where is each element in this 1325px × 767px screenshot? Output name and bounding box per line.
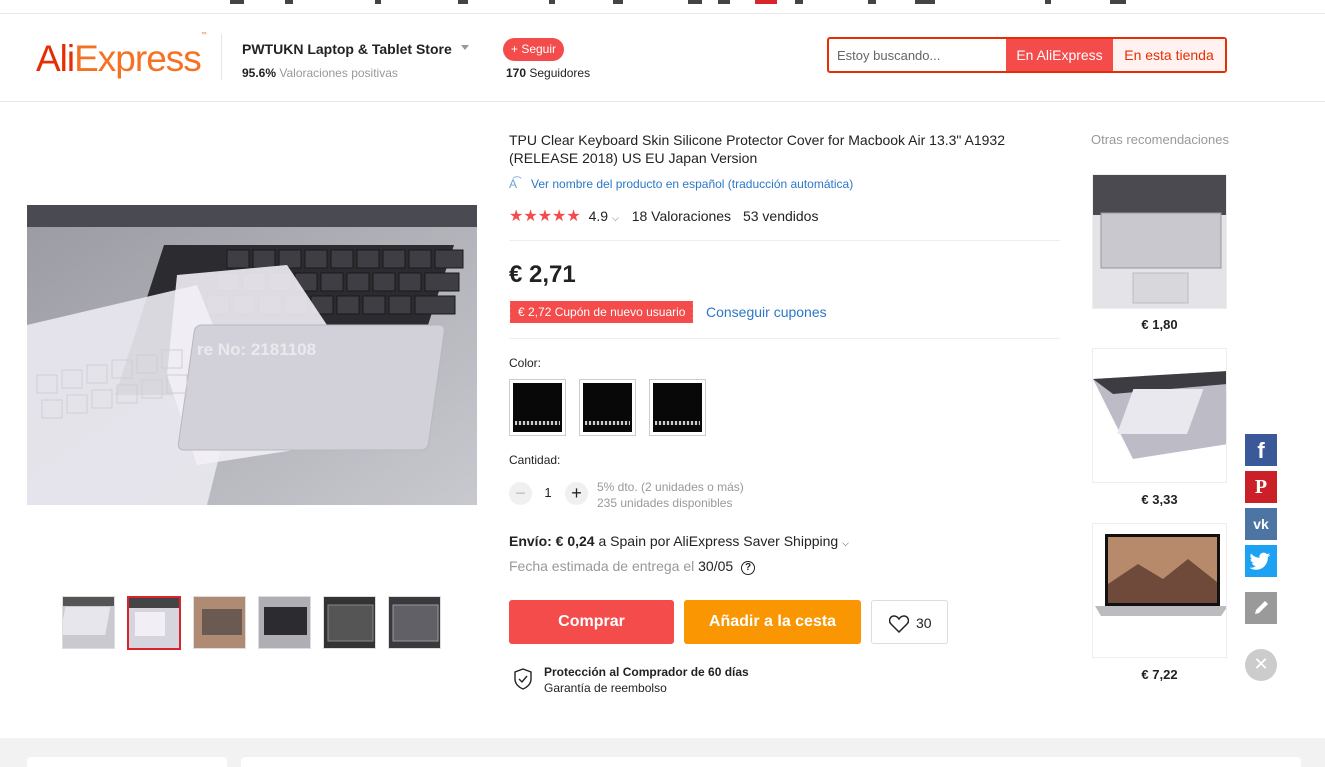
rating-chevron-down-icon[interactable]: ⌵ <box>612 213 619 223</box>
heart-icon <box>889 615 909 633</box>
store-name[interactable]: PWTUKN Laptop & Tablet Store <box>242 41 452 57</box>
header-divider <box>221 34 222 80</box>
product-title: TPU Clear Keyboard Skin Silicone Protect… <box>509 132 1005 166</box>
delivery-estimate: Fecha estimada de entrega el 30/05 ? <box>509 558 756 576</box>
main-product-image[interactable]: re No: 2181108 <box>27 205 477 505</box>
sold-count: 53 vendidos <box>742 208 819 224</box>
translate-label[interactable]: Ver nombre del producto en español (trad… <box>531 177 853 191</box>
rating-row: ★★★★★ 4.9 ⌵ 18 Valoraciones 53 vendidos <box>509 206 818 226</box>
recommendations-title: Otras recomendaciones <box>1090 132 1229 147</box>
thumbnail-3[interactable] <box>193 596 246 649</box>
followers-count: 170 <box>506 66 527 80</box>
recommendation-card-1[interactable] <box>1092 174 1227 309</box>
facebook-share-icon[interactable]: f <box>1245 434 1277 466</box>
quantity-increase-button[interactable]: + <box>565 482 588 505</box>
shipping-prefix: Envío: <box>509 533 552 549</box>
add-to-cart-button[interactable]: Añadir a la cesta <box>684 600 861 644</box>
shipping-chevron-down-icon[interactable]: ⌵ <box>842 538 849 548</box>
delivery-date: 30/05 <box>698 558 734 574</box>
store-rating-value: 95.6% <box>242 66 277 80</box>
footer-panel <box>27 757 227 767</box>
delivery-label: Fecha estimada de entrega el <box>509 558 695 574</box>
stock-note: 235 unidades disponibles <box>597 496 733 510</box>
followers-label: Seguidores <box>529 66 591 80</box>
store-rating-label: Valoraciones positivas <box>279 66 398 80</box>
vk-share-icon[interactable]: vk <box>1245 508 1277 540</box>
get-coupons-link[interactable]: Conseguir cupones <box>706 304 827 320</box>
search-input[interactable] <box>837 39 1002 71</box>
search-bar: En AliExpress En esta tienda <box>827 37 1227 73</box>
recommendation-price-1: € 1,80 <box>1141 317 1178 332</box>
follow-button[interactable]: + Seguir <box>503 38 564 61</box>
followers: 170 Seguidores <box>506 66 590 80</box>
product-price: € 2,71 <box>509 261 576 288</box>
translate-link[interactable]: A͡ Ver nombre del producto en español (tr… <box>509 177 853 191</box>
pinterest-share-icon[interactable]: P <box>1245 471 1277 503</box>
top-bar-strip <box>0 0 1325 14</box>
help-icon[interactable]: ? <box>741 561 756 575</box>
color-option-3[interactable] <box>649 379 706 436</box>
shipping-price: € 0,24 <box>555 533 595 549</box>
thumbnail-2[interactable] <box>127 596 181 650</box>
recommendation-price-3: € 7,22 <box>1141 667 1178 682</box>
buyer-protection-title: Protección al Comprador de 60 días <box>544 665 749 679</box>
thumbnail-6[interactable] <box>388 596 441 649</box>
close-icon[interactable]: ✕ <box>1245 649 1277 681</box>
recommendation-price-2: € 3,33 <box>1141 492 1178 507</box>
shield-check-icon <box>514 668 532 690</box>
image-watermark: re No: 2181108 <box>197 340 316 359</box>
new-user-coupon[interactable]: € 2,72 Cupón de nuevo usuario <box>507 301 694 323</box>
search-store-button[interactable]: En esta tienda <box>1113 39 1225 71</box>
footer-panel <box>241 757 1301 767</box>
buy-now-button[interactable]: Comprar <box>509 600 674 644</box>
aliexpress-logo[interactable]: AliExpress™ <box>36 32 207 80</box>
color-label: Color: <box>509 356 542 370</box>
shipping-method: a Spain por AliExpress Saver Shipping <box>598 533 839 549</box>
wishlist-count: 30 <box>916 615 932 631</box>
translate-icon: A͡ <box>509 177 518 191</box>
edit-pencil-icon[interactable] <box>1245 592 1277 624</box>
recommendation-card-2[interactable] <box>1092 348 1227 483</box>
buyer-protection-subtitle: Garantía de reembolso <box>544 681 667 695</box>
shipping-info[interactable]: Envío: € 0,24 a Spain por AliExpress Sav… <box>509 533 849 549</box>
quantity-info: 5% dto. (2 unidades o más) 235 unidades … <box>597 479 744 511</box>
color-option-1[interactable] <box>509 379 566 436</box>
store-header: AliExpress™ PWTUKN Laptop & Tablet Store… <box>0 14 1325 102</box>
quantity-decrease-button[interactable]: − <box>509 482 532 505</box>
thumbnail-5[interactable] <box>323 596 376 649</box>
wishlist-button[interactable]: 30 <box>871 600 948 644</box>
thumbnail-1[interactable] <box>62 596 115 649</box>
thumbnail-4[interactable] <box>258 596 311 649</box>
rating-value[interactable]: 4.9 <box>589 208 608 224</box>
rating-stars-icon: ★★★★★ <box>509 208 581 225</box>
reviews-count[interactable]: 18 Valoraciones <box>632 208 731 224</box>
divider <box>509 240 1060 241</box>
quantity-value[interactable]: 1 <box>542 485 554 500</box>
color-option-2[interactable] <box>579 379 636 436</box>
divider <box>509 338 1060 339</box>
twitter-share-icon[interactable] <box>1245 545 1277 577</box>
recommendation-card-3[interactable] <box>1092 523 1227 658</box>
search-aliexpress-button[interactable]: En AliExpress <box>1006 39 1113 71</box>
store-rating: 95.6% Valoraciones positivas <box>242 66 398 80</box>
store-dropdown-icon[interactable] <box>461 45 469 50</box>
discount-note: 5% dto. (2 unidades o más) <box>597 480 744 494</box>
quantity-label: Cantidad: <box>509 453 561 467</box>
